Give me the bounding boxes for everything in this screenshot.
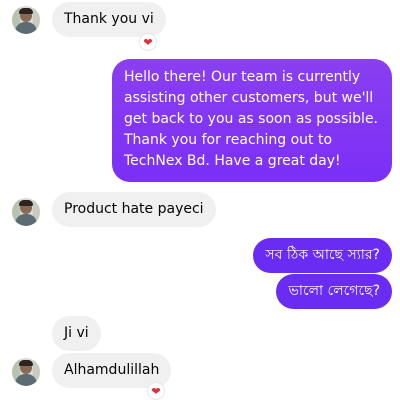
incoming-message-bubble[interactable]: Ji vi xyxy=(52,316,101,351)
message-text: Alhamdulillah xyxy=(64,362,160,378)
heart-reaction-icon[interactable]: ❤ xyxy=(148,383,164,399)
outgoing-message-bubble[interactable]: ভালো লেগেছে? xyxy=(276,274,392,309)
outgoing-message-bubble[interactable]: সব ঠিক আছে স্যার? xyxy=(253,238,392,273)
heart-glyph: ❤ xyxy=(151,384,161,398)
heart-glyph: ❤ xyxy=(143,35,153,49)
message-text: Ji vi xyxy=(64,325,89,341)
message-text: সব ঠিক আছে স্যার? xyxy=(265,247,380,263)
heart-reaction-icon[interactable]: ❤ xyxy=(140,34,156,50)
outgoing-message-bubble[interactable]: Hello there! Our team is currently assis… xyxy=(112,59,392,182)
incoming-message-bubble[interactable]: Product hate payeci xyxy=(52,192,216,227)
message-text: Hello there! Our team is currently assis… xyxy=(124,69,379,169)
contact-avatar[interactable] xyxy=(12,358,40,386)
message-text: Product hate payeci xyxy=(64,201,204,217)
message-text: ভালো লেগেছে? xyxy=(288,283,380,299)
contact-avatar[interactable] xyxy=(12,198,40,226)
message-text: Thank you vi xyxy=(64,11,154,27)
contact-avatar[interactable] xyxy=(12,6,40,34)
incoming-message-bubble[interactable]: Thank you vi xyxy=(52,2,166,37)
